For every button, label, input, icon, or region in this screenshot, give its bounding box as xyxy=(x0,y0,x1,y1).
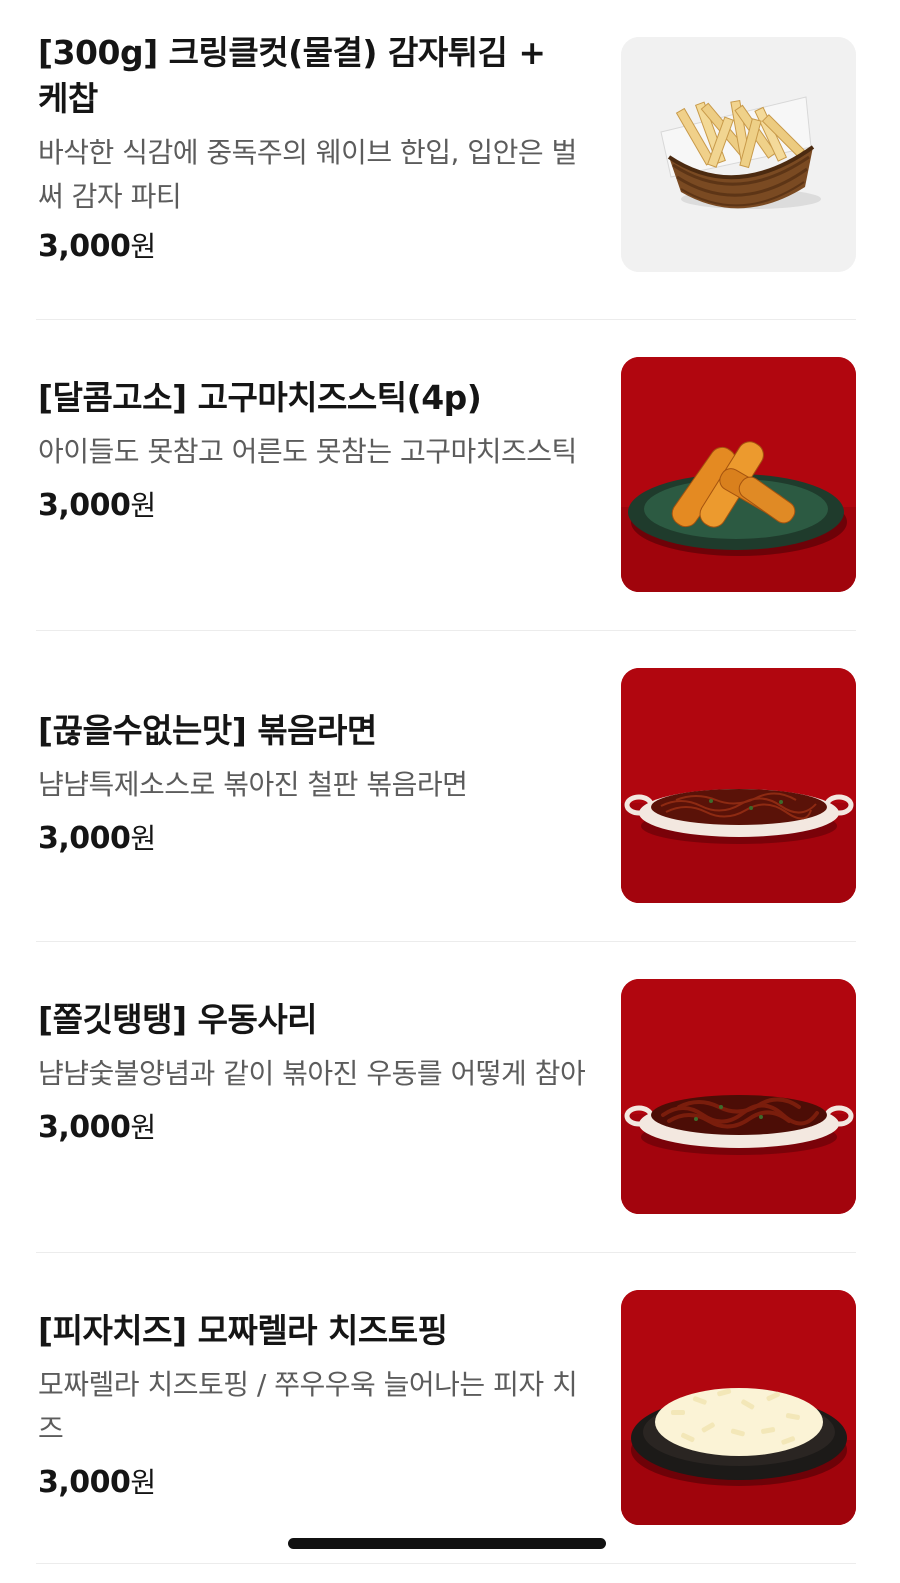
menu-item-name: [끊을수없는맛] 볶음라면 xyxy=(38,711,377,750)
menu-item-text: [피자치즈] 모짜렐라 치즈토핑 모짜렐라 치즈토핑 / 쭈우우욱 늘어나는 피… xyxy=(38,1308,586,1503)
price-currency: 원 xyxy=(130,230,156,263)
menu-item-text: [300g] 크링클컷(물결) 감자튀김 + 케찹 바삭한 식감에 중독주의 웨… xyxy=(38,30,586,267)
menu-item-name: [300g] 크링클컷(물결) 감자튀김 + 케찹 xyxy=(38,33,546,118)
menu-item-image[interactable] xyxy=(621,1290,856,1525)
price-currency: 원 xyxy=(130,489,156,522)
menu-item-image[interactable] xyxy=(621,668,856,903)
menu-item-price: 3,000원 xyxy=(38,486,586,526)
price-currency: 원 xyxy=(130,1466,156,1499)
divider xyxy=(36,1563,856,1564)
fried-ramen-dish-icon xyxy=(621,668,856,903)
menu-item-price: 3,000원 xyxy=(38,1108,586,1148)
price-amount: 3,000 xyxy=(38,1110,131,1145)
price-amount: 3,000 xyxy=(38,821,131,856)
menu-item-price: 3,000원 xyxy=(38,227,586,267)
menu-item-price: 3,000원 xyxy=(38,819,586,859)
menu-item-price: 3,000원 xyxy=(38,1463,586,1503)
mozzarella-cheese-bowl-icon xyxy=(621,1290,856,1525)
menu-item-description: 아이들도 못참고 어른도 못참는 고구마치즈스틱 xyxy=(38,435,577,468)
menu-item-image[interactable] xyxy=(621,357,856,592)
menu-item-mozzarella-topping[interactable]: [피자치즈] 모짜렐라 치즈토핑 모짜렐라 치즈토핑 / 쭈우우욱 늘어나는 피… xyxy=(0,1253,900,1563)
menu-item-text: [쫄깃탱탱] 우동사리 냠냠숯불양념과 같이 볶아진 우동를 어떻게 참아 3,… xyxy=(38,997,586,1148)
menu-item-description: 냠냠특제소스로 볶아진 철판 볶음라면 xyxy=(38,768,468,801)
menu-item-name: [달콤고소] 고구마치즈스틱(4p) xyxy=(38,378,482,417)
udon-dish-icon xyxy=(621,979,856,1214)
menu-item-fried-ramen[interactable]: [끊을수없는맛] 볶음라면 냠냠특제소스로 볶아진 철판 볶음라면 3,000원 xyxy=(0,631,900,941)
price-amount: 3,000 xyxy=(38,1465,131,1500)
menu-item-name: [쫄깃탱탱] 우동사리 xyxy=(38,1000,318,1039)
menu-item-name: [피자치즈] 모짜렐라 치즈토핑 xyxy=(38,1311,448,1350)
menu-item-text: [달콤고소] 고구마치즈스틱(4p) 아이들도 못참고 어른도 못참는 고구마치… xyxy=(38,375,586,526)
menu-item-image[interactable] xyxy=(621,979,856,1214)
price-currency: 원 xyxy=(130,822,156,855)
cheese-sticks-plate-icon xyxy=(621,357,856,592)
menu-item-description: 모짜렐라 치즈토핑 / 쭈우우욱 늘어나는 피자 치즈 xyxy=(38,1368,578,1445)
menu-item-sweet-potato-cheese-stick[interactable]: [달콤고소] 고구마치즈스틱(4p) 아이들도 못참고 어른도 못참는 고구마치… xyxy=(0,320,900,630)
menu-item-description: 냠냠숯불양념과 같이 볶아진 우동를 어떻게 참아 xyxy=(38,1057,586,1090)
menu-item-image[interactable] xyxy=(621,37,856,272)
crinkle-fries-basket-icon xyxy=(621,37,856,272)
menu-item-udon[interactable]: [쫄깃탱탱] 우동사리 냠냠숯불양념과 같이 볶아진 우동를 어떻게 참아 3,… xyxy=(0,942,900,1252)
price-currency: 원 xyxy=(130,1111,156,1144)
price-amount: 3,000 xyxy=(38,488,131,523)
home-indicator[interactable] xyxy=(288,1538,606,1549)
price-amount: 3,000 xyxy=(38,229,131,264)
menu-item-text: [끊을수없는맛] 볶음라면 냠냠특제소스로 볶아진 철판 볶음라면 3,000원 xyxy=(38,708,586,859)
menu-item-description: 바삭한 식감에 중독주의 웨이브 한입, 입안은 벌써 감자 파티 xyxy=(38,136,577,213)
menu-item-crinkle-fries[interactable]: [300g] 크링클컷(물결) 감자튀김 + 케찹 바삭한 식감에 중독주의 웨… xyxy=(0,0,900,320)
